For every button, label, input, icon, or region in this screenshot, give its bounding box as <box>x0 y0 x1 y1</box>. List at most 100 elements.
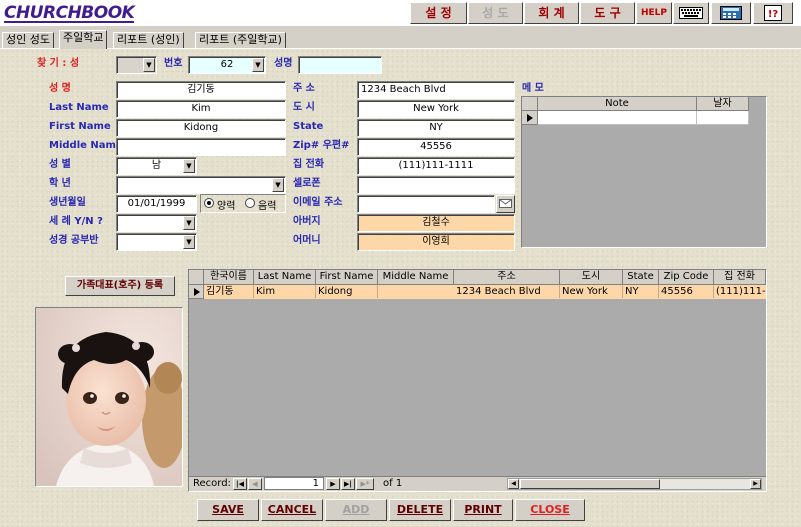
chevron-down-icon[interactable]: ▼ <box>183 216 195 230</box>
family-col-home-phone[interactable]: 집 전화 <box>714 270 766 285</box>
members-button[interactable]: 성 도 <box>468 2 523 24</box>
current-record-field[interactable]: 1 <box>264 477 324 490</box>
baptism-select[interactable]: ▼ <box>116 214 197 232</box>
memo-col-note[interactable]: Note <box>538 97 697 111</box>
logo-underline <box>4 21 134 23</box>
tab-report-sunday-school[interactable]: 리포트 (주일학교) <box>195 32 286 48</box>
chevron-down-icon[interactable]: ▼ <box>183 235 195 249</box>
name-search-input[interactable] <box>298 56 382 74</box>
tab-adult-members[interactable]: 성인 성도 <box>2 32 54 48</box>
family-cell-zip: 45556 <box>659 285 714 298</box>
chevron-down-icon[interactable]: ▼ <box>252 58 264 72</box>
city-label: 도 시 <box>293 102 315 113</box>
family-cell-first-name: Kidong <box>316 285 378 298</box>
horizontal-scrollbar[interactable]: ◀ ▶ <box>507 478 762 490</box>
city-field[interactable]: New York <box>357 100 515 118</box>
accounting-button[interactable]: 회 계 <box>524 2 579 24</box>
table-row[interactable]: 김기동 Kim Kidong 1234 Beach Blvd New York … <box>204 285 766 299</box>
family-cell-korean-name: 김기동 <box>204 285 254 298</box>
tools-button[interactable]: 도 구 <box>580 2 635 24</box>
solar-radio[interactable] <box>204 198 214 208</box>
find-label: 찾 기 : 성 <box>37 58 80 69</box>
new-record-button[interactable]: ▶* <box>356 478 374 490</box>
info-button[interactable]: !? <box>753 2 793 24</box>
save-button[interactable]: SAVE <box>197 499 259 521</box>
first-name-field[interactable]: Kidong <box>116 119 286 137</box>
address-field[interactable]: 1234 Beach Blvd <box>357 81 515 99</box>
zip-field[interactable]: 45556 <box>357 138 515 156</box>
calculator-button[interactable] <box>711 2 751 24</box>
family-cell-state: NY <box>623 285 659 298</box>
father-field[interactable]: 김철수 <box>357 214 515 232</box>
envelope-icon <box>499 199 512 208</box>
family-col-city[interactable]: 도시 <box>560 270 623 285</box>
family-col-korean-name[interactable]: 한국이름 <box>204 270 254 285</box>
memo-date-cell[interactable] <box>697 111 749 125</box>
mother-field[interactable]: 이영희 <box>357 233 515 251</box>
send-email-button[interactable] <box>496 195 515 213</box>
number-label: 번호 <box>164 58 183 69</box>
family-col-middle-name[interactable]: Middle Name <box>378 270 454 285</box>
chevron-down-icon[interactable]: ▼ <box>183 159 195 173</box>
tab-report-adult[interactable]: 리포트 (성인) <box>113 32 184 48</box>
scroll-left-icon[interactable]: ◀ <box>508 479 519 489</box>
app-logo: CHURCHBOOK <box>4 3 135 23</box>
chevron-down-icon[interactable]: ▼ <box>272 178 284 192</box>
first-record-button[interactable]: |◀ <box>233 478 247 490</box>
home-phone-field[interactable]: (111)111-1111 <box>357 157 515 175</box>
email-label: 이메일 주소 <box>293 197 343 208</box>
family-cell-city: New York <box>560 285 623 298</box>
scroll-right-icon[interactable]: ▶ <box>750 479 761 489</box>
scroll-thumb[interactable] <box>520 479 660 489</box>
email-field[interactable] <box>357 195 495 213</box>
find-select[interactable]: ▼ <box>116 56 157 74</box>
settings-button[interactable]: 설 정 <box>410 2 467 24</box>
print-button[interactable]: PRINT <box>453 499 513 521</box>
calendar-type-group: 양력 음력 <box>200 194 286 213</box>
chevron-down-icon[interactable]: ▼ <box>143 58 155 72</box>
family-col-address[interactable]: 주소 <box>454 270 560 285</box>
cellphone-field[interactable] <box>357 176 515 194</box>
grade-label: 학 년 <box>49 178 71 189</box>
korean-name-field[interactable]: 김기동 <box>116 81 286 99</box>
cancel-button[interactable]: CANCEL <box>261 499 323 521</box>
memo-new-row-selector[interactable] <box>522 111 538 125</box>
delete-button[interactable]: DELETE <box>389 499 451 521</box>
keyboard-icon <box>679 7 703 19</box>
zip-label: Zip# 우편# <box>293 140 350 151</box>
baptism-label: 세 례 Y/N ? <box>49 216 103 227</box>
first-name-label: First Name <box>49 121 111 132</box>
register-family-head-button[interactable]: 가족대표(호주) 등록 <box>65 276 175 296</box>
help-button[interactable]: HELP <box>636 2 672 24</box>
bible-study-select[interactable]: ▼ <box>116 233 197 251</box>
lunar-radio[interactable] <box>245 198 255 208</box>
svg-text:!?: !? <box>768 9 779 20</box>
tab-sunday-school[interactable]: 주일학교 <box>59 30 108 49</box>
close-button[interactable]: CLOSE <box>515 499 585 521</box>
middle-name-field[interactable] <box>116 138 286 156</box>
calculator-icon <box>720 6 742 20</box>
grade-select[interactable]: ▼ <box>116 176 286 194</box>
state-label: State <box>293 121 324 132</box>
korean-name-label: 성 명 <box>49 83 71 94</box>
next-record-button[interactable]: ▶ <box>326 478 340 490</box>
gender-select[interactable]: 남 ▼ <box>116 157 197 175</box>
father-label: 아버지 <box>293 216 321 227</box>
family-col-first-name[interactable]: First Name <box>316 270 378 285</box>
keyboard-button[interactable] <box>673 2 709 24</box>
family-row-selector[interactable] <box>189 285 204 299</box>
number-select[interactable]: 62 ▼ <box>188 56 266 74</box>
birthdate-field[interactable]: 01/01/1999 <box>116 195 197 213</box>
family-col-zip[interactable]: Zip Code <box>659 270 714 285</box>
family-col-last-name[interactable]: Last Name <box>254 270 316 285</box>
memo-note-cell[interactable] <box>538 111 697 125</box>
memo-corner-header <box>522 97 538 111</box>
add-button[interactable]: ADD <box>325 499 387 521</box>
last-record-button[interactable]: ▶| <box>341 478 355 490</box>
state-field[interactable]: NY <box>357 119 515 137</box>
prev-record-button[interactable]: ◀ <box>248 478 262 490</box>
memo-col-date[interactable]: 날자 <box>697 97 749 111</box>
memo-title: 메 모 <box>522 83 544 94</box>
family-col-state[interactable]: State <box>623 270 659 285</box>
last-name-field[interactable]: Kim <box>116 100 286 118</box>
